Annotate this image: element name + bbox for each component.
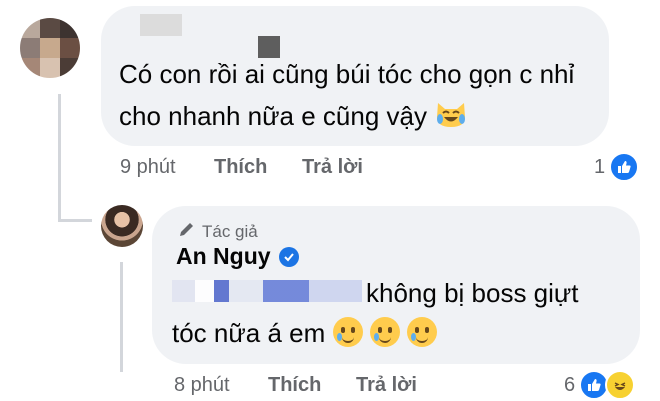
like-reaction-icon xyxy=(609,152,640,182)
pencil-icon xyxy=(178,220,196,243)
avatar[interactable] xyxy=(20,18,80,78)
author-badge-label: Tác giả xyxy=(202,221,258,241)
reaction-summary[interactable]: 1 xyxy=(594,152,640,182)
sad-smile-icon xyxy=(332,317,363,347)
like-button[interactable]: Thích xyxy=(214,156,267,179)
reply-text-line2-span: tóc nữa á em xyxy=(172,318,326,348)
sad-smile-icon xyxy=(369,317,400,347)
reply-text-line1: không bị boss giựt xyxy=(366,278,579,308)
comment-timestamp[interactable]: 9 phút xyxy=(120,156,176,179)
reaction-count: 1 xyxy=(594,155,606,178)
commenter-name-blurred[interactable] xyxy=(140,14,182,36)
reply-reaction-count: 6 xyxy=(564,373,576,396)
thread-line-elbow xyxy=(58,219,92,222)
reply-button[interactable]: Trả lời xyxy=(302,156,363,179)
author-name[interactable]: An Nguy xyxy=(176,243,299,270)
verified-badge-icon xyxy=(278,246,299,267)
mention-blurred[interactable] xyxy=(172,280,362,302)
comment-text-line2-span: cho nhanh nữa e cũng vậy xyxy=(119,101,427,131)
author-name-text[interactable]: An Nguy xyxy=(176,243,271,270)
commenter-name-blurred xyxy=(258,36,280,58)
reply-like-button[interactable]: Thích xyxy=(268,374,321,397)
thread-line-vertical xyxy=(58,94,61,222)
reply-timestamp[interactable]: 8 phút xyxy=(174,374,230,397)
reply-text-line2: tóc nữa á em xyxy=(172,315,437,352)
comment-text-line2: cho nhanh nữa e cũng vậy xyxy=(119,98,468,135)
reply-reply-button[interactable]: Trả lời xyxy=(356,374,417,397)
sad-smile-icon xyxy=(406,317,437,347)
crying-laughing-cat-icon xyxy=(434,99,468,129)
author-avatar[interactable] xyxy=(101,205,143,247)
author-badge: Tác giả xyxy=(178,220,258,243)
comment-text-line1: Có con rồi ai cũng búi tóc cho gọn c nhỉ xyxy=(119,59,575,89)
thread-line-reply xyxy=(120,262,123,372)
haha-reaction-icon xyxy=(605,370,636,400)
reply-reaction-summary[interactable]: 6 xyxy=(564,370,636,400)
